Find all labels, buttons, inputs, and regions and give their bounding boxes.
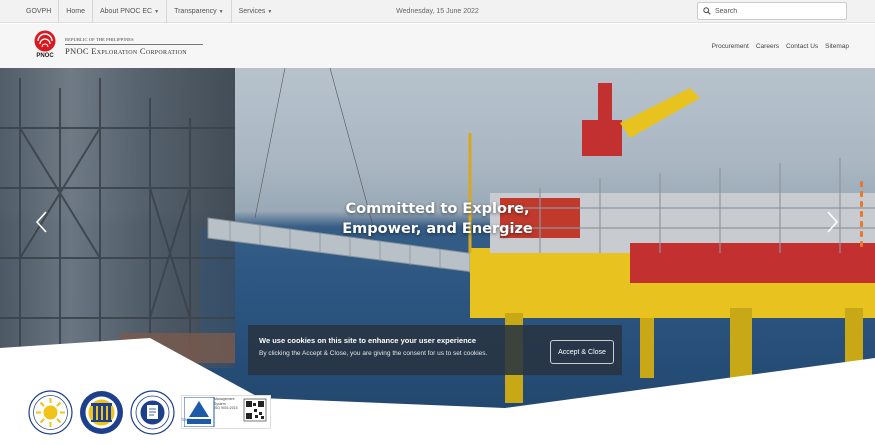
transparency-seal[interactable] <box>28 389 73 435</box>
logo-abbrev: PNOC <box>36 53 54 59</box>
logo-subtitle: Republic of the Philippines <box>65 37 134 42</box>
carousel-dot[interactable] <box>859 221 863 227</box>
chevron-left-icon <box>35 211 47 233</box>
caret-down-icon: ▼ <box>267 8 273 15</box>
nav-home-label: Home <box>66 8 85 15</box>
logo-text: Republic of the Philippines PNOC Explora… <box>65 37 203 56</box>
top-nav: GOVPH Home About PNOC EC ▼ Transparency ▼ … <box>20 0 279 23</box>
nav-home[interactable]: Home <box>58 0 92 23</box>
nav-govph-label: GOVPH <box>26 8 52 15</box>
site-logo[interactable]: PNOC Republic of the Philippines PNOC Ex… <box>33 30 203 62</box>
hero-title-line-1: Committed to Explore, <box>345 201 530 217</box>
nav-about[interactable]: About PNOC EC ▼ <box>91 0 166 23</box>
carousel-dot[interactable] <box>859 191 863 197</box>
link-contact-us[interactable]: Contact Us <box>786 43 818 50</box>
carousel-dot[interactable] <box>859 201 863 207</box>
cert-line-3: ISO 9001:2015 <box>214 406 238 410</box>
nav-transparency-label: Transparency <box>174 8 217 15</box>
carousel-next-button[interactable] <box>822 210 842 234</box>
sun-seal-icon <box>28 389 73 435</box>
caret-down-icon: ▼ <box>218 8 224 15</box>
government-seal[interactable] <box>79 390 124 435</box>
search-icon <box>703 7 711 15</box>
document-seal-icon <box>130 389 175 435</box>
carousel-dot[interactable] <box>859 241 863 247</box>
accept-close-button[interactable]: Accept & Close <box>550 340 614 364</box>
hero-title: Committed to Explore, Empower, and Energ… <box>0 199 875 239</box>
caret-down-icon: ▼ <box>154 8 160 15</box>
site-header: PNOC Republic of the Philippines PNOC Ex… <box>0 24 875 68</box>
header-links: Procurement Careers Contact Us Sitemap <box>705 24 849 68</box>
carousel-dot[interactable] <box>859 211 863 217</box>
cookie-text: By clicking the Accept & Close, you are … <box>259 350 488 357</box>
logo-divider <box>65 44 203 45</box>
cert-lines: Management System ISO 9001:2015 <box>214 397 238 411</box>
pillars-seal-icon <box>80 390 123 434</box>
link-procurement[interactable]: Procurement <box>712 43 749 50</box>
logo-company-name: PNOC Exploration Corporation <box>65 46 187 56</box>
carousel-indicators <box>857 181 865 271</box>
cookie-title: We use cookies on this site to enhance y… <box>259 336 477 345</box>
nav-transparency[interactable]: Transparency ▼ <box>166 0 231 23</box>
nav-services[interactable]: Services ▼ <box>230 0 280 23</box>
seals-row <box>28 389 271 435</box>
foi-seal[interactable] <box>130 389 175 435</box>
chevron-right-icon <box>827 211 839 233</box>
carousel-dot[interactable] <box>859 231 863 237</box>
cookie-banner: We use cookies on this site to enhance y… <box>248 325 622 375</box>
link-careers[interactable]: Careers <box>756 43 779 50</box>
pnoc-logo-icon: PNOC <box>33 30 57 62</box>
search-input[interactable] <box>715 7 835 15</box>
nav-govph[interactable]: GOVPH <box>20 0 58 23</box>
carousel-prev-button[interactable] <box>32 210 52 234</box>
top-bar: GOVPH Home About PNOC EC ▼ Transparency ▼ … <box>0 0 875 23</box>
cert-brand: TÜVRheinland <box>181 418 204 422</box>
carousel-dot[interactable] <box>859 181 863 187</box>
link-sitemap[interactable]: Sitemap <box>825 43 849 50</box>
search-box[interactable] <box>697 2 847 20</box>
nav-services-label: Services <box>238 8 266 15</box>
nav-about-label: About PNOC EC <box>99 8 153 15</box>
cert-line-1: Management <box>214 397 235 401</box>
hero-title-line-2: Empower, and Energize <box>342 221 533 237</box>
